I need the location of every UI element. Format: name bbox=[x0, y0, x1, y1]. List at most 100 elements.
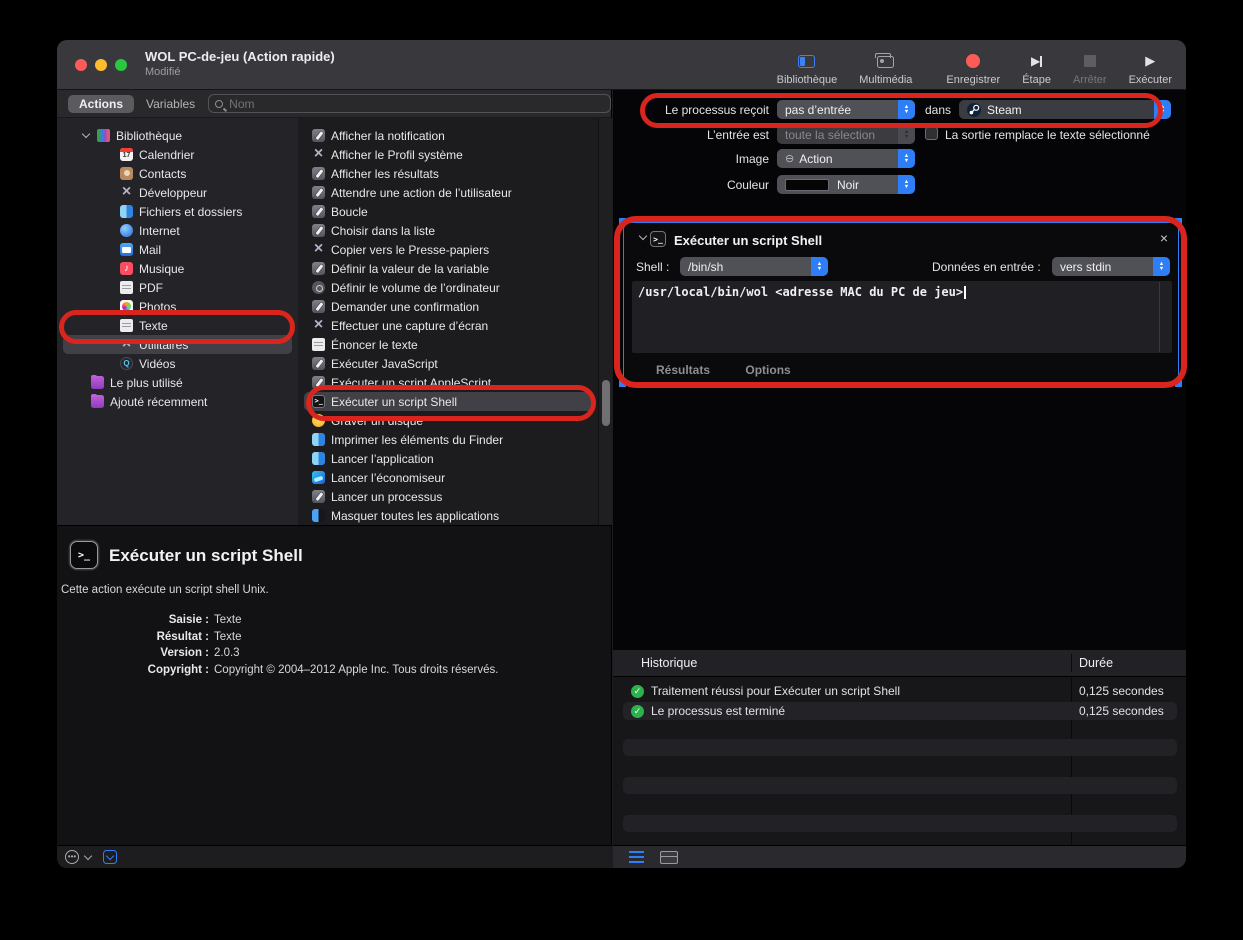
tab-actions[interactable]: Actions bbox=[68, 95, 134, 113]
globe-icon bbox=[120, 224, 133, 237]
action-item-label: Copier vers le Presse-papiers bbox=[331, 243, 489, 257]
action-item-demander-une-confirmation[interactable]: Demander une confirmation bbox=[304, 297, 592, 316]
record-button[interactable]: Enregistrer bbox=[946, 46, 1000, 86]
status-bar: ••• bbox=[57, 845, 1186, 868]
sidebar-item-photos[interactable]: Photos bbox=[63, 297, 292, 316]
action-item-lancer-un-processus[interactable]: Lancer un processus bbox=[304, 487, 592, 506]
actions-scrollbar[interactable] bbox=[598, 118, 612, 525]
media-icon bbox=[877, 56, 894, 68]
action-description-panel: >_ Exécuter un script Shell Cette action… bbox=[57, 525, 611, 845]
shell-select[interactable]: /bin/sh ▲▼ bbox=[680, 257, 828, 276]
stepper-icon: ▲▼ bbox=[898, 149, 915, 168]
sidebar-item-internet[interactable]: Internet bbox=[63, 221, 292, 240]
search-input[interactable]: Nom bbox=[208, 94, 611, 113]
action-item-label: Exécuter un script Shell bbox=[331, 395, 457, 409]
action-item-copier-vers-le-presse-papiers[interactable]: Copier vers le Presse-papiers bbox=[304, 240, 592, 259]
shell-value: /bin/sh bbox=[688, 260, 811, 274]
action-item-attendre-une-action-de-l-utilisateur[interactable]: Attendre une action de l’utilisateur bbox=[304, 183, 592, 202]
gear-icon bbox=[312, 281, 325, 294]
action-item-imprimer-les-l-ments-du-finder[interactable]: Imprimer les éléments du Finder bbox=[304, 430, 592, 449]
automator-robot-icon bbox=[312, 129, 325, 142]
action-item-lancer-l-conomiseur[interactable]: Lancer l’économiseur bbox=[304, 468, 592, 487]
action-item-d-finir-le-volume-de-l-ordinateur[interactable]: Définir le volume de l’ordinateur bbox=[304, 278, 592, 297]
results-tab[interactable]: Résultats bbox=[656, 363, 710, 377]
action-item--noncer-le-texte[interactable]: Énoncer le texte bbox=[304, 335, 592, 354]
sidebar-item-label: Contacts bbox=[139, 167, 186, 181]
history-row: ✓Le processus est terminé0,125 secondes bbox=[623, 702, 1177, 720]
sidebar-item-vid-os[interactable]: Vidéos bbox=[63, 354, 292, 373]
description-field: Version :2.0.3 bbox=[57, 647, 597, 659]
application-select[interactable]: Steam ▲▼ bbox=[959, 100, 1171, 119]
automator-robot-icon bbox=[312, 300, 325, 313]
stdin-select[interactable]: vers stdin ▲▼ bbox=[1052, 257, 1170, 276]
minimize-window-button[interactable] bbox=[95, 59, 107, 71]
steam-app-icon bbox=[967, 103, 981, 117]
sidebar-item-utilitaires[interactable]: Utilitaires bbox=[63, 335, 292, 354]
action-glyph-icon: ⊖ bbox=[785, 152, 794, 165]
action-item-ex-cuter-javascript[interactable]: Exécuter JavaScript bbox=[304, 354, 592, 373]
action-item-afficher-les-r-sultats[interactable]: Afficher les résultats bbox=[304, 164, 592, 183]
description-summary: Cette action exécute un script shell Uni… bbox=[61, 584, 269, 596]
shell-script-editor[interactable]: /usr/local/bin/wol <adresse MAC du PC de… bbox=[632, 281, 1172, 353]
actions-scrollbar-thumb[interactable] bbox=[602, 380, 610, 426]
input-type-select[interactable]: pas d’entrée ▲▼ bbox=[777, 100, 915, 119]
image-select[interactable]: ⊖ Action ▲▼ bbox=[777, 149, 915, 168]
action-item-ex-cuter-un-script-applescript[interactable]: Exécuter un script AppleScript bbox=[304, 373, 592, 392]
toolbar: Bibliothèque Multimédia Enregistrer ▶ Ét… bbox=[755, 46, 1172, 86]
action-item-label: Définir la valeur de la variable bbox=[331, 262, 489, 276]
sidebar-item-le-plus-utilis-[interactable]: Le plus utilisé bbox=[63, 373, 292, 392]
action-item-effectuer-une-capture-d-cran[interactable]: Effectuer une capture d’écran bbox=[304, 316, 592, 335]
action-item-ex-cuter-un-script-shell[interactable]: Exécuter un script Shell bbox=[304, 392, 592, 411]
selection-select[interactable]: toute la sélection ▲▼ bbox=[777, 125, 915, 144]
action-item-graver-un-disque[interactable]: Graver un disque bbox=[304, 411, 592, 430]
music-icon bbox=[120, 262, 133, 275]
sidebar-item-texte[interactable]: Texte bbox=[63, 316, 292, 335]
contacts-icon bbox=[120, 167, 133, 180]
chevron-down-icon[interactable] bbox=[84, 851, 92, 859]
panels-icon[interactable] bbox=[660, 851, 676, 864]
quick-action-badge-icon[interactable] bbox=[103, 850, 117, 864]
action-item-label: Exécuter JavaScript bbox=[331, 357, 438, 371]
action-item-boucle[interactable]: Boucle bbox=[304, 202, 592, 221]
text-doc-icon bbox=[312, 338, 325, 351]
collapse-chevron-icon[interactable] bbox=[639, 232, 647, 240]
sidebar-item-bibliotheque[interactable]: Bibliothèque bbox=[63, 126, 292, 145]
media-button[interactable]: Multimédia bbox=[859, 46, 912, 86]
action-item-label: Effectuer une capture d’écran bbox=[331, 319, 488, 333]
output-replaces-checkbox[interactable] bbox=[925, 127, 938, 140]
close-window-button[interactable] bbox=[75, 59, 87, 71]
log-list-icon[interactable] bbox=[629, 851, 644, 863]
output-replaces-label: La sortie remplace le texte sélectionné bbox=[945, 128, 1150, 142]
tab-variables[interactable]: Variables bbox=[146, 97, 195, 111]
action-item-afficher-le-profil-syst-me[interactable]: Afficher le Profil système bbox=[304, 145, 592, 164]
options-tab[interactable]: Options bbox=[745, 363, 790, 377]
sidebar-item-ajout-r-cemment[interactable]: Ajouté récemment bbox=[63, 392, 292, 411]
action-item-d-finir-la-valeur-de-la-variable[interactable]: Définir la valeur de la variable bbox=[304, 259, 592, 278]
image-label: Image bbox=[621, 152, 769, 166]
sidebar-item-musique[interactable]: Musique bbox=[63, 259, 292, 278]
action-item-afficher-la-notification[interactable]: Afficher la notification bbox=[304, 126, 592, 145]
sidebar-item-contacts[interactable]: Contacts bbox=[63, 164, 292, 183]
run-button[interactable]: ▶ Exécuter bbox=[1129, 46, 1172, 86]
sidebar-item-pdf[interactable]: PDF bbox=[63, 278, 292, 297]
description-field-value: Texte bbox=[214, 614, 242, 626]
sidebar-item-d-veloppeur[interactable]: Développeur bbox=[63, 183, 292, 202]
sidebar-item-mail[interactable]: Mail bbox=[63, 240, 292, 259]
circle-ellipsis-icon[interactable]: ••• bbox=[65, 850, 79, 864]
history-row: ✓Traitement réussi pour Exécuter un scri… bbox=[623, 682, 1177, 700]
action-item-choisir-dans-la-liste[interactable]: Choisir dans la liste bbox=[304, 221, 592, 240]
action-item-lancer-l-application[interactable]: Lancer l’application bbox=[304, 449, 592, 468]
screensaver-icon bbox=[312, 471, 325, 484]
action-item-masquer-toutes-les-applications[interactable]: Masquer toutes les applications bbox=[304, 506, 592, 525]
stepper-icon: ▲▼ bbox=[1154, 100, 1171, 119]
zoom-window-button[interactable] bbox=[115, 59, 127, 71]
library-button[interactable]: Bibliothèque bbox=[777, 46, 838, 86]
sidebar-item-fichiers-et-dossiers[interactable]: Fichiers et dossiers bbox=[63, 202, 292, 221]
step-button[interactable]: ▶ Étape bbox=[1022, 46, 1051, 86]
sidebar-item-calendrier[interactable]: Calendrier bbox=[63, 145, 292, 164]
chevron-down-icon[interactable] bbox=[82, 130, 90, 138]
smart-folder-icon bbox=[91, 376, 104, 389]
color-select[interactable]: Noir ▲▼ bbox=[777, 175, 915, 194]
close-icon[interactable]: × bbox=[1160, 230, 1168, 246]
stop-button[interactable]: Arrêter bbox=[1073, 46, 1107, 86]
